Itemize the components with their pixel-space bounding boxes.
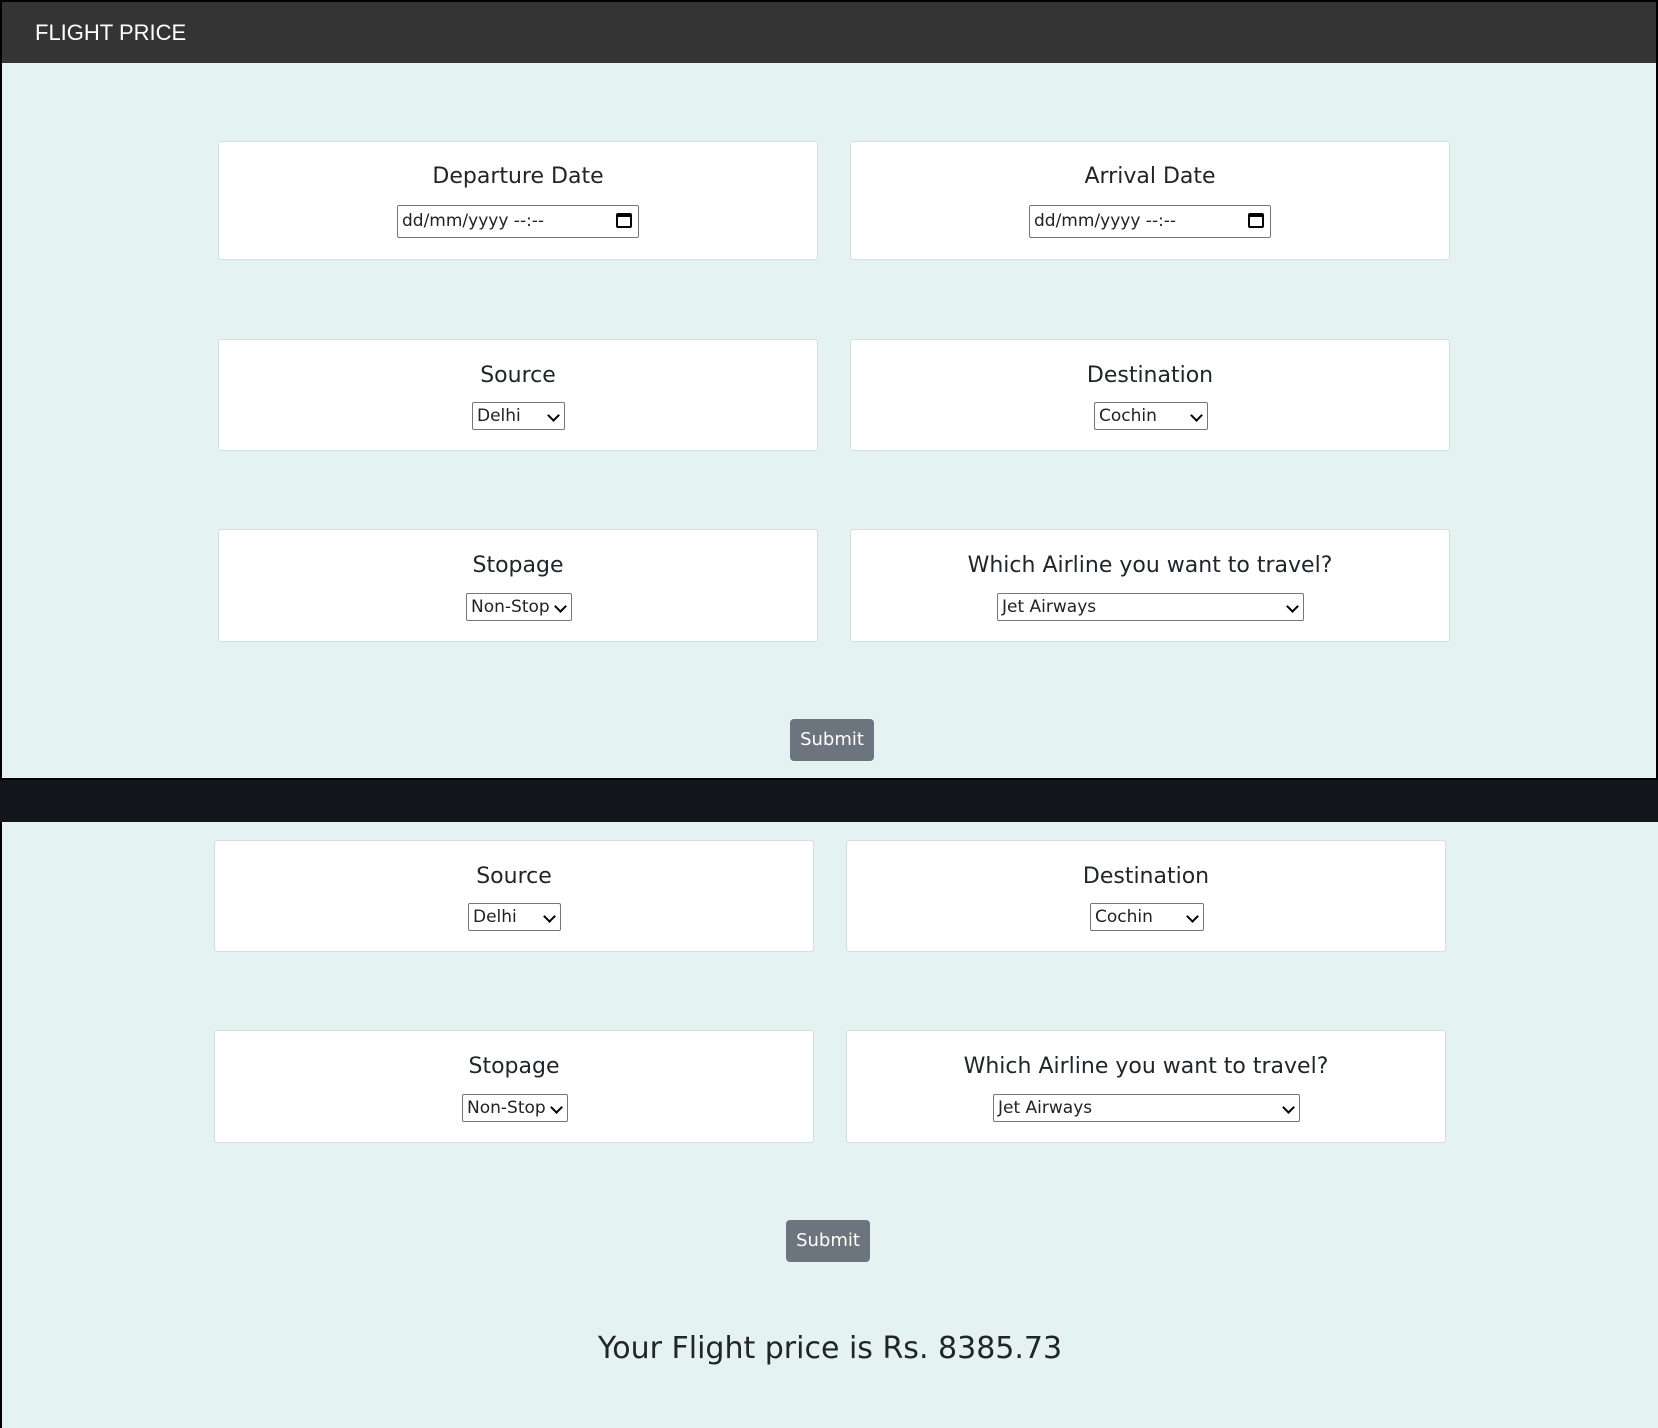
destination-card: Destination Cochin	[850, 339, 1450, 451]
departure-date-card: Departure Date dd/mm/yyyy --:--	[218, 141, 818, 260]
destination-select[interactable]: Cochin	[1094, 402, 1208, 430]
arrival-date-card: Arrival Date dd/mm/yyyy --:--	[850, 141, 1450, 260]
navbar-brand[interactable]: FLIGHT PRICE	[35, 20, 186, 45]
source-card: Source Delhi	[214, 840, 814, 952]
destination-select[interactable]: Cochin	[1090, 903, 1204, 931]
navbar: FLIGHT PRICE	[2, 2, 1656, 63]
chevron-down-icon	[1286, 600, 1299, 613]
chevron-down-icon	[1190, 409, 1203, 422]
arrival-date-label: Arrival Date	[1084, 164, 1216, 189]
destination-card: Destination Cochin	[846, 840, 1446, 952]
airline-select[interactable]: Jet Airways	[997, 593, 1304, 621]
source-label: Source	[476, 864, 552, 889]
chevron-down-icon	[550, 1101, 563, 1114]
chevron-down-icon	[547, 409, 560, 422]
airline-value: Jet Airways	[1002, 597, 1097, 617]
departure-date-input[interactable]: dd/mm/yyyy --:--	[397, 205, 639, 238]
airline-label: Which Airline you want to travel?	[967, 553, 1333, 578]
departure-date-label: Departure Date	[432, 164, 604, 189]
form-view-bottom: Source Delhi Destination Cochin Stopage …	[0, 822, 1658, 1428]
source-select[interactable]: Delhi	[472, 402, 565, 430]
stopage-value: Non-Stop	[467, 1098, 546, 1118]
source-card: Source Delhi	[218, 339, 818, 451]
stopage-card: Stopage Non-Stop	[218, 529, 818, 642]
stopage-select[interactable]: Non-Stop	[466, 593, 572, 621]
submit-button[interactable]: Submit	[790, 719, 874, 761]
submit-button[interactable]: Submit	[786, 1220, 870, 1262]
destination-value: Cochin	[1099, 406, 1157, 426]
airline-select[interactable]: Jet Airways	[993, 1094, 1300, 1122]
airline-card: Which Airline you want to travel? Jet Ai…	[850, 529, 1450, 642]
stopage-label: Stopage	[468, 1054, 560, 1079]
airline-label: Which Airline you want to travel?	[963, 1054, 1329, 1079]
arrival-date-input[interactable]: dd/mm/yyyy --:--	[1029, 205, 1271, 238]
destination-label: Destination	[1086, 363, 1214, 388]
destination-label: Destination	[1082, 864, 1210, 889]
stopage-label: Stopage	[472, 553, 564, 578]
source-select[interactable]: Delhi	[468, 903, 561, 931]
calendar-icon[interactable]	[1248, 213, 1264, 228]
stopage-select[interactable]: Non-Stop	[462, 1094, 568, 1122]
destination-value: Cochin	[1095, 907, 1153, 927]
airline-value: Jet Airways	[998, 1098, 1093, 1118]
stopage-card: Stopage Non-Stop	[214, 1030, 814, 1143]
departure-date-value: dd/mm/yyyy --:--	[402, 211, 545, 231]
flight-price-result: Your Flight price is Rs. 8385.73	[597, 1331, 1063, 1366]
stopage-value: Non-Stop	[471, 597, 550, 617]
calendar-icon[interactable]	[616, 213, 632, 228]
form-view-top: FLIGHT PRICE Departure Date dd/mm/yyyy -…	[0, 0, 1658, 780]
source-label: Source	[480, 363, 556, 388]
chevron-down-icon	[1186, 910, 1199, 923]
airline-card: Which Airline you want to travel? Jet Ai…	[846, 1030, 1446, 1143]
chevron-down-icon	[554, 600, 567, 613]
chevron-down-icon	[543, 910, 556, 923]
chevron-down-icon	[1282, 1101, 1295, 1114]
arrival-date-value: dd/mm/yyyy --:--	[1034, 211, 1177, 231]
source-value: Delhi	[473, 907, 517, 927]
source-value: Delhi	[477, 406, 521, 426]
